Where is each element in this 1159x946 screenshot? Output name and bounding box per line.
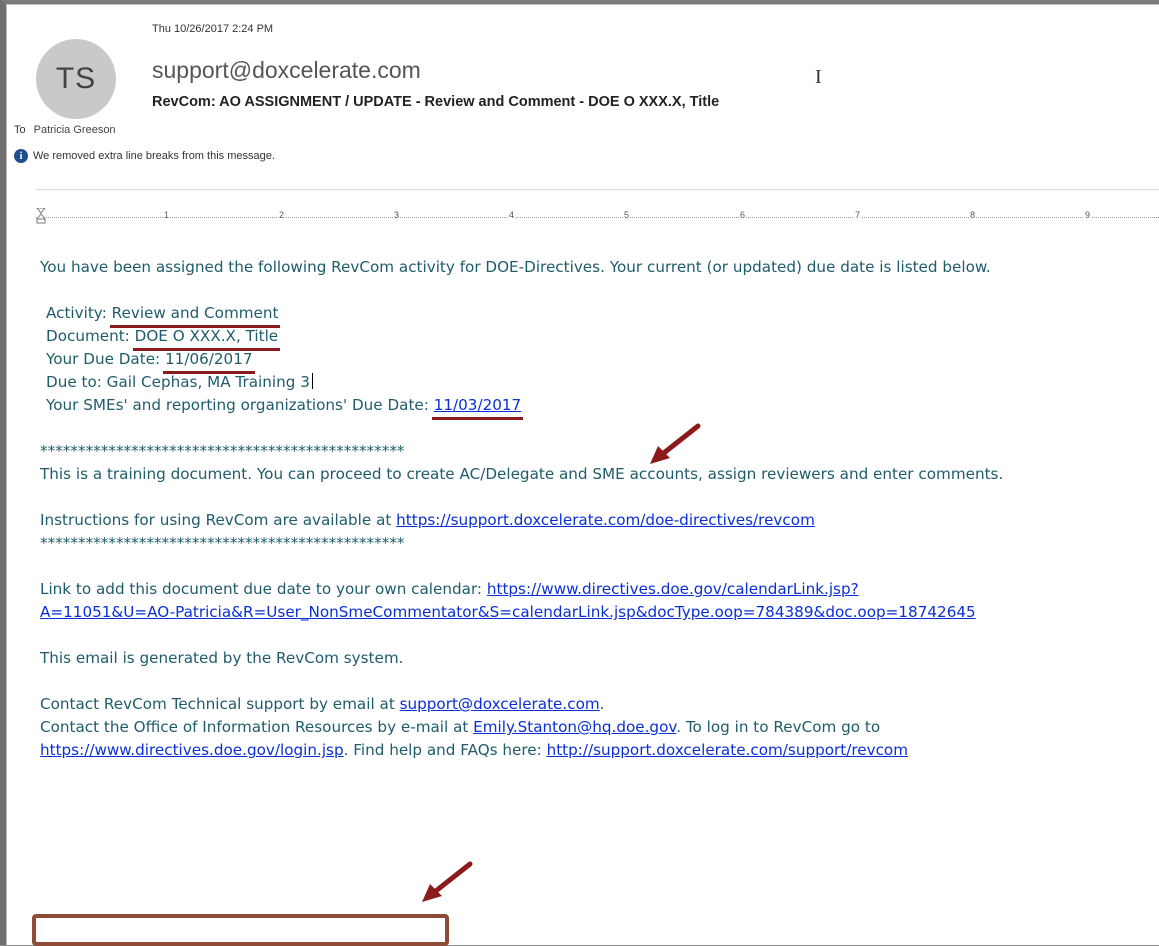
training-text: This is a training document. You can pro…	[40, 465, 1004, 483]
header-divider	[36, 189, 1159, 190]
to-label: To	[14, 124, 26, 136]
help-link[interactable]: http://support.doxcelerate.com/support/r…	[547, 741, 908, 759]
ruler-number: 9	[1084, 210, 1092, 220]
ruler-number: 4	[508, 210, 516, 220]
sme-due-date-line: Your SMEs' and reporting organizations' …	[40, 394, 1159, 420]
recipient-name[interactable]: Patricia Greeson	[34, 124, 116, 136]
activity-value: Review and Comment	[109, 302, 281, 328]
indent-marker-icon[interactable]	[36, 208, 46, 224]
text-caret	[311, 373, 313, 389]
ruler-track	[36, 217, 1159, 218]
message-body[interactable]: You have been assigned the following Rev…	[40, 256, 1159, 762]
ruler-number: 7	[854, 210, 862, 220]
login-line: https://www.directives.doe.gov/login.jsp…	[40, 741, 909, 759]
ruler-number: 6	[739, 210, 747, 220]
sme-due-date-value[interactable]: 11/03/2017	[431, 394, 523, 420]
info-bar[interactable]: i We removed extra line breaks from this…	[14, 149, 275, 163]
document-value: DOE O XXX.X, Title	[132, 325, 280, 351]
intro-text: You have been assigned the following Rev…	[40, 258, 991, 276]
due-date-value: 11/06/2017	[163, 348, 255, 374]
ruler-number: 5	[623, 210, 631, 220]
ruler-number: 8	[969, 210, 977, 220]
document-line: Document: DOE O XXX.X, Title	[40, 325, 1159, 351]
annotation-arrow-icon	[422, 861, 473, 902]
recipient-line: To Patricia Greeson	[14, 124, 116, 136]
ruler-number: 2	[278, 210, 286, 220]
ruler-number: 1	[163, 210, 171, 220]
email-subject: RevCom: AO ASSIGNMENT / UPDATE - Review …	[152, 94, 720, 110]
instructions-line: Instructions for using RevCom are availa…	[40, 511, 815, 529]
instructions-link[interactable]: https://support.doxcelerate.com/doe-dire…	[396, 511, 815, 529]
calendar-line-2: A=11051&U=AO-Patricia&R=User_NonSmeComme…	[40, 601, 1159, 624]
separator-stars: ****************************************…	[40, 534, 405, 552]
activity-line: Activity: Review and Comment	[40, 302, 1159, 328]
ruler[interactable]: 1 2 3 4 5 6 7 8 9	[36, 208, 1159, 225]
sender-address[interactable]: support@doxcelerate.com	[152, 57, 421, 84]
login-link-highlight	[32, 914, 449, 946]
login-link[interactable]: https://www.directives.doe.gov/login.jsp	[40, 741, 344, 759]
due-to-line: Due to: Gail Cephas, MA Training 3	[40, 371, 1159, 394]
oir-contact-line: Contact the Office of Information Resour…	[40, 718, 881, 736]
email-reading-pane: Thu 10/26/2017 2:24 PM TS support@doxcel…	[0, 0, 1159, 946]
separator-stars: ****************************************…	[40, 442, 405, 460]
calendar-line: Link to add this document due date to yo…	[40, 580, 859, 598]
ruler-number: 3	[393, 210, 401, 220]
due-date-line: Your Due Date: 11/06/2017	[40, 348, 1159, 374]
email-date: Thu 10/26/2017 2:24 PM	[152, 23, 274, 35]
calendar-link[interactable]: https://www.directives.doe.gov/calendarL…	[487, 580, 859, 598]
info-message: We removed extra line breaks from this m…	[33, 150, 275, 162]
generated-text: This email is generated by the RevCom sy…	[40, 649, 404, 667]
support-email-link[interactable]: support@doxcelerate.com	[400, 695, 600, 713]
calendar-link-continued[interactable]: A=11051&U=AO-Patricia&R=User_NonSmeComme…	[40, 603, 976, 621]
info-icon: i	[14, 149, 28, 163]
sender-avatar[interactable]: TS	[36, 39, 116, 119]
annotation-arrow-icon	[650, 423, 701, 464]
text-cursor-icon: I	[815, 66, 822, 88]
tech-support-line: Contact RevCom Technical support by emai…	[40, 695, 605, 713]
oir-email-link[interactable]: Emily.Stanton@hq.doe.gov	[473, 718, 676, 736]
